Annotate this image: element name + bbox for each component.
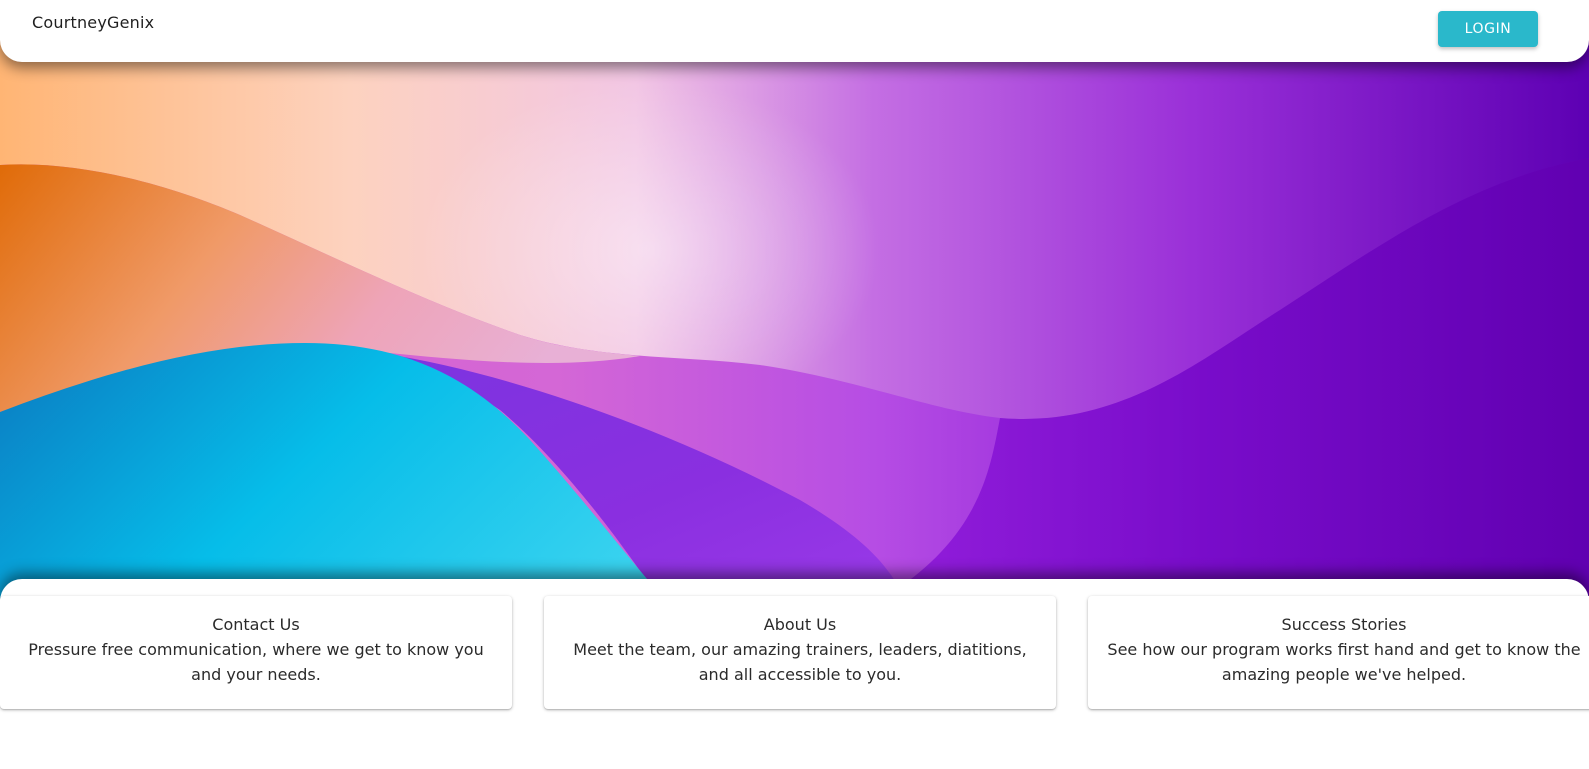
login-button[interactable]: LOGIN [1438, 11, 1538, 47]
card-description: Meet the team, our amazing trainers, lea… [573, 640, 1027, 684]
landing-page: CourtneyGenix LOGIN Contact Us Pressure … [0, 0, 1589, 769]
card-title: Contact Us [212, 615, 300, 634]
brand-logo-text[interactable]: CourtneyGenix [32, 13, 154, 32]
card-description: Pressure free communication, where we ge… [28, 640, 484, 684]
abstract-wave-art [0, 0, 1589, 600]
card-description: See how our program works first hand and… [1107, 640, 1581, 684]
contact-us-card[interactable]: Contact Us Pressure free communication, … [0, 596, 512, 709]
card-title: Success Stories [1281, 615, 1407, 634]
about-us-card[interactable]: About Us Meet the team, our amazing trai… [544, 596, 1056, 709]
info-cards-section: Contact Us Pressure free communication, … [0, 579, 1589, 769]
success-stories-card[interactable]: Success Stories See how our program work… [1088, 596, 1589, 709]
top-navbar: CourtneyGenix LOGIN [0, 0, 1589, 62]
hero-background [0, 0, 1589, 600]
card-title: About Us [763, 615, 837, 634]
